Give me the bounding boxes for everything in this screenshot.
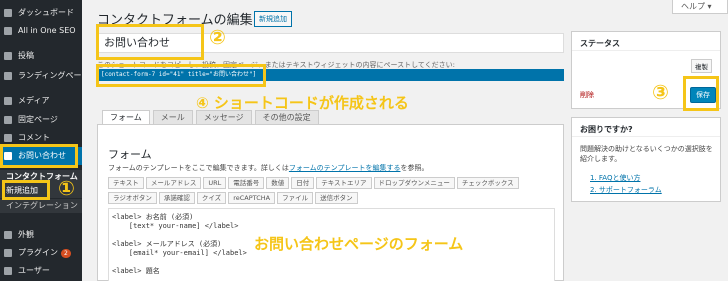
- tag-button-submit[interactable]: 送信ボタン: [315, 192, 358, 204]
- sidebar-item-aioseo[interactable]: All in One SEO: [0, 22, 82, 40]
- annotation-2: ②: [209, 25, 226, 49]
- copy-button[interactable]: 複製: [691, 59, 712, 73]
- help-box: お困りですか? 問題解決の助けとなるいくつかの選択肢を紹介します。 1. FAQ…: [571, 117, 721, 202]
- tag-button-file[interactable]: ファイル: [277, 192, 314, 204]
- help-title: お困りですか?: [580, 125, 633, 134]
- tag-button-text[interactable]: テキスト: [108, 177, 144, 189]
- plugin-icon: [4, 249, 12, 257]
- annotation-form-note: お問い合わせページのフォーム: [254, 235, 464, 253]
- help-links: 1. FAQと使い方 2. サポートフォーラム: [590, 172, 662, 196]
- tab-form[interactable]: フォーム: [102, 110, 150, 125]
- sidebar-item-media[interactable]: メディア: [0, 92, 82, 110]
- sidebar-item-users[interactable]: ユーザー: [0, 262, 82, 280]
- tag-button-recaptcha[interactable]: reCAPTCHA: [228, 192, 276, 204]
- media-icon: [4, 97, 12, 105]
- form-panel: フォーム フォームのテンプレートをここで編集できます。詳しくはフォームのテンプレ…: [97, 124, 564, 281]
- sidebar-item-plugins[interactable]: プラグイン 2: [0, 244, 82, 262]
- divider: [572, 136, 720, 137]
- tag-button-tel[interactable]: 電話番号: [228, 177, 265, 189]
- annotation-1: ①: [58, 176, 75, 200]
- tag-button-url[interactable]: URL: [203, 177, 227, 189]
- highlight-add-new: [2, 180, 50, 200]
- seo-icon: [4, 27, 12, 35]
- sidebar-item-landing-pages[interactable]: ランディングページ: [0, 67, 82, 85]
- tag-button-number[interactable]: 数値: [266, 177, 290, 189]
- tag-button-radio[interactable]: ラジオボタン: [108, 192, 157, 204]
- form-description: フォームのテンプレートをここで編集できます。詳しくはフォームのテンプレートを編集…: [108, 164, 429, 172]
- tag-button-email[interactable]: メールアドレス: [145, 177, 202, 189]
- tag-button-date[interactable]: 日付: [291, 177, 315, 189]
- dashboard-icon: [4, 9, 12, 17]
- page-icon: [4, 116, 12, 124]
- support-forum-link[interactable]: 2. サポートフォーラム: [590, 186, 662, 194]
- highlight-title: [96, 24, 204, 60]
- divider: [572, 50, 720, 51]
- sidebar-item-appearance[interactable]: 外観: [0, 226, 82, 244]
- comment-icon: [4, 134, 12, 142]
- tag-button-checkbox[interactable]: チェックボックス: [456, 177, 519, 189]
- user-icon: [4, 267, 12, 275]
- tag-button-textarea[interactable]: テキストエリア: [316, 177, 372, 189]
- submenu-integration[interactable]: インテグレーション: [0, 199, 82, 213]
- tab-mail[interactable]: メール: [152, 110, 193, 125]
- pin-icon: [4, 52, 12, 60]
- highlight-save: [683, 76, 719, 111]
- brush-icon: [4, 231, 12, 239]
- form-heading: フォーム: [108, 148, 152, 161]
- status-title: ステータス: [580, 39, 620, 48]
- admin-sidebar: ダッシュボード All in One SEO 投稿 ランディングページ メディア…: [0, 0, 82, 281]
- sidebar-item-dashboard[interactable]: ダッシュボード: [0, 4, 82, 22]
- help-tab[interactable]: ヘルプ ▾: [672, 0, 728, 14]
- faq-link[interactable]: 1. FAQと使い方: [590, 174, 640, 182]
- help-description: 問題解決の助けとなるいくつかの選択肢を紹介します。: [580, 145, 713, 163]
- tag-generator-buttons: テキスト メールアドレス URL 電話番号 数値 日付 テキストエリア ドロップダウンメニュー…: [108, 177, 548, 207]
- tag-button-quiz[interactable]: クイズ: [196, 192, 227, 204]
- template-help-link[interactable]: フォームのテンプレートを編集する: [289, 164, 401, 172]
- add-new-button[interactable]: 新規追加: [254, 11, 292, 27]
- tag-button-acceptance[interactable]: 承諾確認: [158, 192, 195, 204]
- highlight-shortcode: [96, 64, 266, 87]
- tag-button-dropdown[interactable]: ドロップダウンメニュー: [373, 177, 455, 189]
- delete-link[interactable]: 削除: [580, 90, 594, 100]
- highlight-contact-menu: [0, 144, 78, 168]
- annotation-shortcode-note: ④ ショートコードが作成される: [196, 94, 409, 112]
- pages-icon: [4, 72, 12, 80]
- annotation-3: ③: [652, 80, 669, 104]
- sidebar-item-posts[interactable]: 投稿: [0, 47, 82, 65]
- update-badge: 2: [61, 249, 71, 258]
- sidebar-item-pages[interactable]: 固定ページ: [0, 111, 82, 129]
